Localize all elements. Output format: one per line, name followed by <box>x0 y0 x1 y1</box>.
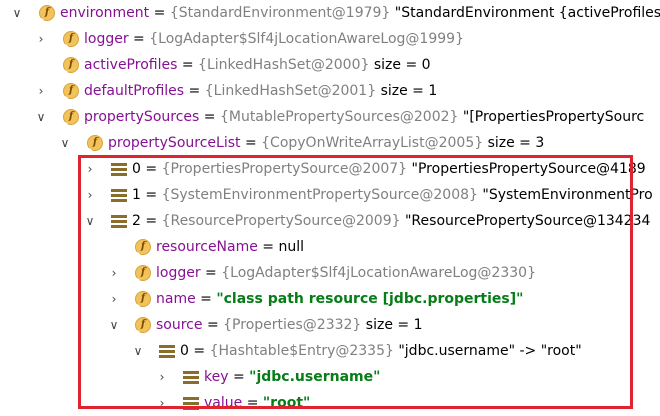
node-type: {Hashtable$Entry@2335} <box>209 343 394 359</box>
node-type: {LogAdapter$Slf4jLocationAwareLog@2330} <box>221 265 536 281</box>
node-name: 2 <box>132 213 141 229</box>
node-value: null <box>278 239 305 255</box>
chevron-down-icon[interactable]: ∨ <box>131 338 145 364</box>
field-icon: f <box>63 109 79 125</box>
node-name: defaultProfiles <box>84 83 185 99</box>
tree-node-name[interactable]: › f name = "class path resource [jdbc.pr… <box>0 286 660 312</box>
node-name: key <box>204 369 229 385</box>
debugger-variables-tree: ∨ f environment = {StandardEnvironment@1… <box>0 0 660 416</box>
node-value: "jdbc.username" <box>249 369 381 385</box>
node-summary: "jdbc.username" -> "root" <box>393 343 582 359</box>
node-name: activeProfiles <box>84 57 178 73</box>
tree-node-list-entry-1[interactable]: › 1 = {SystemEnvironmentPropertySource@2… <box>0 182 660 208</box>
list-entry-icon <box>183 397 199 410</box>
chevron-right-icon[interactable]: › <box>155 390 169 416</box>
chevron-down-icon[interactable]: ∨ <box>10 0 24 26</box>
node-name: name <box>156 291 196 307</box>
node-name: 0 <box>132 161 141 177</box>
node-type: {LinkedHashSet@2001} <box>204 83 377 99</box>
node-summary: "StandardEnvironment {activeProfiles <box>390 5 660 21</box>
node-name: resourceName <box>156 239 258 255</box>
node-summary: size = 1 <box>361 317 423 333</box>
field-icon: f <box>135 239 151 255</box>
node-name: 1 <box>132 187 141 203</box>
chevron-right-icon[interactable]: › <box>34 26 48 52</box>
tree-node-resourceName[interactable]: f resourceName = null <box>0 234 660 260</box>
field-icon: f <box>87 135 103 151</box>
node-name: environment <box>60 5 150 21</box>
tree-node-defaultProfiles[interactable]: › f defaultProfiles = {LinkedHashSet@200… <box>0 78 660 104</box>
node-name: logger <box>84 31 129 47</box>
tree-node-logger-2[interactable]: › f logger = {LogAdapter$Slf4jLocationAw… <box>0 260 660 286</box>
node-name: propertySourceList <box>108 135 241 151</box>
chevron-right-icon[interactable]: › <box>107 286 121 312</box>
node-name: source <box>156 317 203 333</box>
node-type: {Properties@2332} <box>223 317 362 333</box>
chevron-down-icon[interactable]: ∨ <box>34 104 48 130</box>
list-entry-icon <box>111 215 127 228</box>
chevron-down-icon[interactable]: ∨ <box>83 208 97 234</box>
node-name: 0 <box>180 343 189 359</box>
tree-node-logger[interactable]: › f logger = {LogAdapter$Slf4jLocationAw… <box>0 26 660 52</box>
tree-node-propertySources[interactable]: ∨ f propertySources = {MutablePropertySo… <box>0 104 660 130</box>
node-summary: "[PropertiesPropertySourc <box>458 109 645 125</box>
node-summary: "ResourcePropertySource@134234 <box>400 213 651 229</box>
node-type: {LogAdapter$Slf4jLocationAwareLog@1999} <box>149 31 464 47</box>
list-entry-icon <box>111 163 127 176</box>
chevron-down-icon[interactable]: ∨ <box>58 130 72 156</box>
list-entry-icon <box>111 189 127 202</box>
chevron-right-icon[interactable]: › <box>34 78 48 104</box>
tree-node-source-entry-0[interactable]: ∨ 0 = {Hashtable$Entry@2335} "jdbc.usern… <box>0 338 660 364</box>
node-summary: size = 0 <box>369 57 431 73</box>
node-name: logger <box>156 265 201 281</box>
tree-node-environment[interactable]: ∨ f environment = {StandardEnvironment@1… <box>0 0 660 26</box>
tree-node-activeProfiles[interactable]: f activeProfiles = {LinkedHashSet@2000} … <box>0 52 660 78</box>
node-type: {ResourcePropertySource@2009} <box>161 213 401 229</box>
chevron-right-icon[interactable]: › <box>83 182 97 208</box>
chevron-right-icon[interactable]: › <box>83 156 97 182</box>
tree-node-propertySourceList[interactable]: ∨ f propertySourceList = {CopyOnWriteArr… <box>0 130 660 156</box>
field-icon: f <box>63 31 79 47</box>
field-icon: f <box>135 265 151 281</box>
list-entry-icon <box>159 345 175 358</box>
field-icon: f <box>63 57 79 73</box>
tree-node-list-entry-0[interactable]: › 0 = {PropertiesPropertySource@2007} "P… <box>0 156 660 182</box>
node-type: {PropertiesPropertySource@2007} <box>161 161 408 177</box>
field-icon: f <box>63 83 79 99</box>
node-name: propertySources <box>84 109 200 125</box>
list-entry-icon <box>183 371 199 384</box>
node-summary: size = 1 <box>376 83 438 99</box>
field-icon: f <box>135 291 151 307</box>
tree-node-key[interactable]: › key = "jdbc.username" <box>0 364 660 390</box>
tree-node-source[interactable]: ∨ f source = {Properties@2332} size = 1 <box>0 312 660 338</box>
node-value: "class path resource [jdbc.properties]" <box>216 291 524 307</box>
node-type: {CopyOnWriteArrayList@2005} <box>261 135 484 151</box>
chevron-right-icon[interactable]: › <box>155 364 169 390</box>
node-type: {MutablePropertySources@2002} <box>219 109 459 125</box>
field-icon: f <box>39 5 55 21</box>
field-icon: f <box>135 317 151 333</box>
node-type: {StandardEnvironment@1979} <box>169 5 391 21</box>
node-summary: "PropertiesPropertySource@4189 <box>407 161 646 177</box>
node-summary: size = 3 <box>483 135 545 151</box>
node-type: {LinkedHashSet@2000} <box>198 57 370 73</box>
tree-node-value[interactable]: › value = "root" <box>0 390 660 416</box>
node-type: {SystemEnvironmentPropertySource@2008} <box>161 187 478 203</box>
chevron-down-icon[interactable]: ∨ <box>107 312 121 338</box>
node-value: "root" <box>262 395 311 411</box>
tree-node-list-entry-2[interactable]: ∨ 2 = {ResourcePropertySource@2009} "Res… <box>0 208 660 234</box>
node-name: value <box>204 395 243 411</box>
node-summary: "SystemEnvironmentPro <box>477 187 653 203</box>
chevron-right-icon[interactable]: › <box>107 260 121 286</box>
